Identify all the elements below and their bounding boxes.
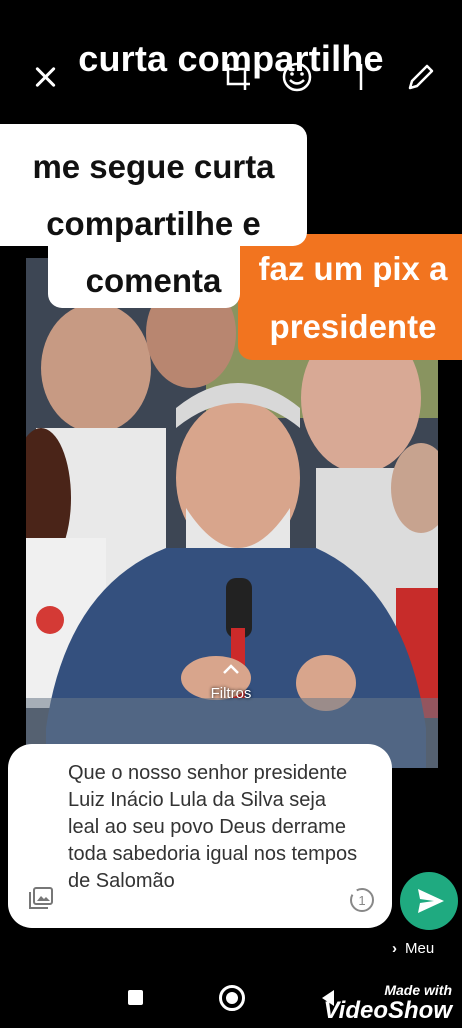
filters-label: Filtros [210,685,252,702]
recipient-name: Meu [405,940,435,957]
recents-icon[interactable] [128,990,143,1005]
view-once-label: 1 [358,893,365,908]
watermark: Made with VideoShow [324,982,452,1024]
white-sticker-line: comenta [85,262,222,299]
caption-input[interactable]: Que o nosso senhor presidente Luiz Ináci… [8,744,392,928]
caption-text[interactable]: Que o nosso senhor presidente Luiz Ináci… [68,760,358,895]
emoji-icon[interactable] [280,60,314,94]
pen-icon[interactable] [404,60,438,94]
home-icon[interactable] [219,985,245,1011]
crop-icon[interactable] [220,60,254,94]
chevron-right-icon: › [392,940,397,957]
watermark-big: VideoShow [323,997,452,1024]
white-sticker-line: me segue curta [32,148,275,185]
chevron-up-icon [223,664,239,674]
gallery-icon[interactable] [28,886,54,910]
send-icon [418,889,444,913]
recipient-label[interactable]: › Meu [392,940,434,957]
view-once-icon[interactable]: 1 [348,886,376,914]
send-button[interactable] [400,872,458,930]
filters-hint[interactable]: Filtros [0,660,462,702]
white-sticker-line: compartilhe e [46,205,261,242]
close-icon[interactable] [28,60,62,94]
watermark-small: Made with [384,982,452,998]
white-sticker-text: me segue curta compartilhe e comenta [0,138,307,309]
text-icon[interactable] [344,60,378,94]
